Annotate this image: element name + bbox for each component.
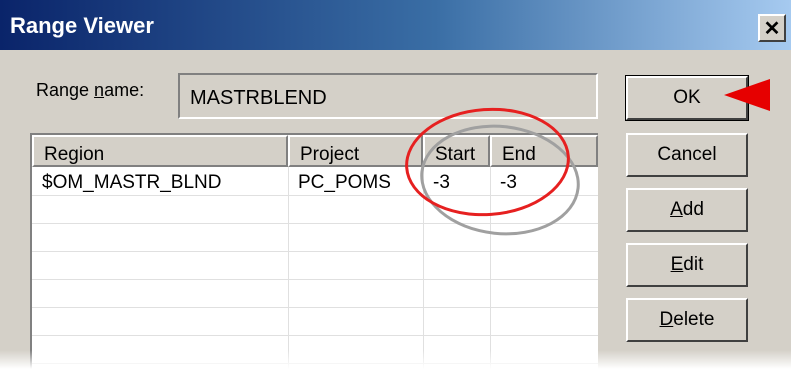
close-button[interactable]: ✕ (758, 14, 786, 42)
edit-button[interactable]: Edit (626, 243, 748, 287)
cell-project: PC_POMS (298, 172, 391, 193)
cell-region: $OM_MASTR_BLND (42, 172, 222, 193)
cancel-button[interactable]: Cancel (626, 133, 748, 177)
window-title: Range Viewer (10, 13, 154, 38)
column-header-project[interactable]: Project (288, 135, 423, 167)
add-button[interactable]: Add (626, 188, 748, 232)
range-name-field[interactable]: MASTRBLEND (178, 73, 598, 119)
table-row-empty[interactable] (32, 251, 598, 280)
column-header-region[interactable]: Region (32, 135, 288, 167)
red-arrow-annotation (724, 79, 770, 111)
range-name-label: Range name: (36, 80, 145, 100)
title-bar: Range Viewer ✕ (0, 0, 791, 50)
torn-edge (0, 350, 791, 371)
table-row-empty[interactable] (32, 307, 598, 336)
delete-button[interactable]: Delete (626, 298, 748, 342)
table-row-empty[interactable] (32, 279, 598, 308)
range-viewer-dialog: Range Viewer ✕ Range name: MASTRBLEND Re… (0, 0, 791, 371)
close-icon: ✕ (763, 17, 781, 40)
